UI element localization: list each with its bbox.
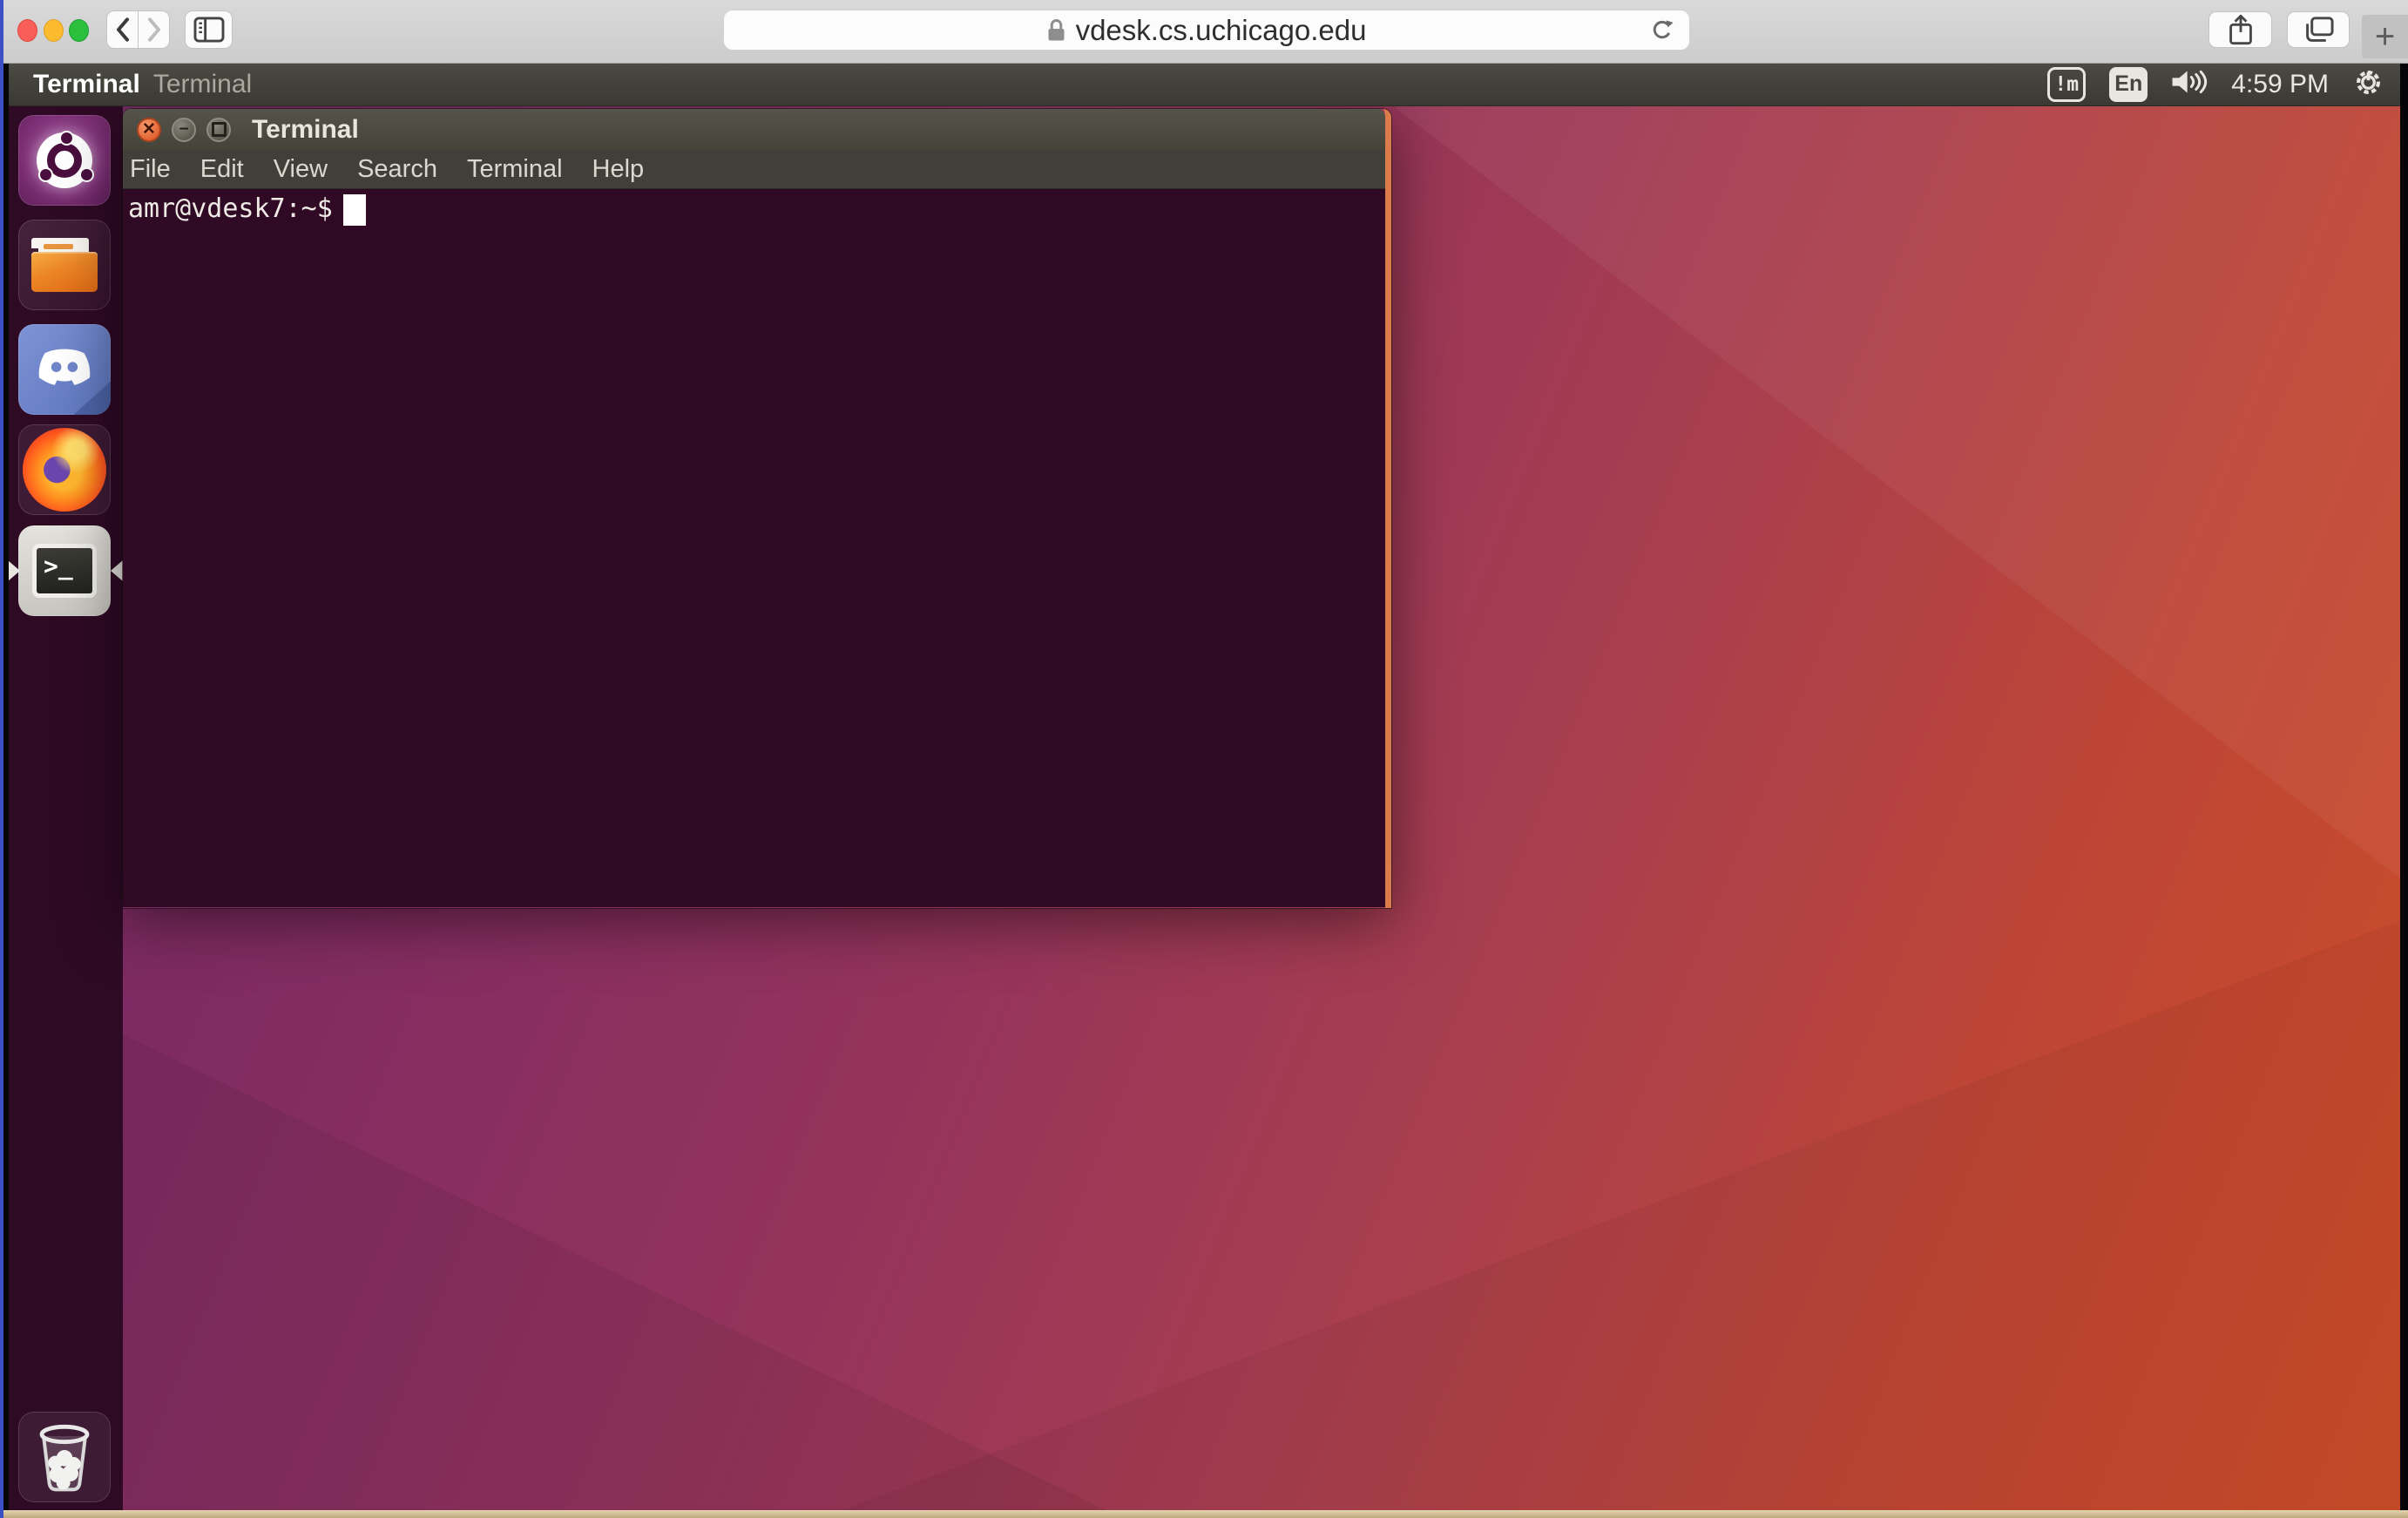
screen: vdesk.cs.uchicago.edu + — [0, 0, 2408, 1518]
launcher-item-terminal[interactable]: >_ — [18, 525, 111, 616]
tabs-icon — [2302, 15, 2335, 44]
keyboard-indicator-icon[interactable]: !m — [2047, 67, 2086, 102]
left-edge-strip — [0, 0, 3, 1518]
trash-full-icon — [30, 1420, 99, 1494]
terminal-titlebar[interactable]: ✕ − Terminal — [123, 109, 1385, 150]
menu-file[interactable]: File — [130, 155, 171, 184]
menu-terminal[interactable]: Terminal — [467, 155, 563, 184]
terminal-cursor — [343, 194, 366, 226]
launcher-item-trash[interactable] — [18, 1412, 111, 1502]
browser-toolbar: vdesk.cs.uchicago.edu + — [0, 0, 2408, 64]
discord-icon — [31, 343, 98, 396]
sidebar-toggle-button[interactable] — [185, 10, 233, 49]
terminal-minimize-button[interactable]: − — [172, 118, 196, 142]
bottom-edge-strip — [0, 1510, 2408, 1518]
launcher-item-files[interactable] — [18, 220, 111, 310]
running-app-arrow — [8, 560, 20, 581]
launcher-item-discord[interactable] — [18, 324, 111, 415]
menu-help[interactable]: Help — [592, 155, 645, 184]
back-button[interactable] — [106, 10, 139, 49]
files-folder-icon — [31, 238, 98, 292]
unity-launcher: >_ — [9, 106, 123, 1510]
window-close-button[interactable] — [17, 19, 37, 42]
panel-window-title: Terminal — [153, 70, 252, 99]
focused-app-arrow — [111, 560, 123, 581]
address-bar[interactable]: vdesk.cs.uchicago.edu — [723, 10, 1690, 51]
terminal-maximize-button[interactable] — [206, 118, 231, 142]
language-indicator[interactable]: En — [2109, 67, 2148, 102]
terminal-window-title: Terminal — [252, 115, 359, 145]
firefox-icon — [23, 428, 106, 512]
launcher-item-ubuntu-dash[interactable] — [18, 115, 111, 206]
lock-icon — [1047, 18, 1065, 42]
speaker-icon — [2171, 67, 2208, 97]
volume-indicator[interactable] — [2171, 67, 2208, 101]
share-icon — [2226, 12, 2256, 47]
chevron-right-icon — [145, 17, 164, 43]
share-button[interactable] — [2208, 11, 2272, 48]
sidebar-icon — [193, 16, 226, 44]
chevron-left-icon — [113, 17, 132, 43]
window-minimize-button[interactable] — [44, 19, 64, 42]
forward-button[interactable] — [138, 10, 170, 49]
ubuntu-dash-icon — [37, 132, 92, 188]
clock[interactable]: 4:59 PM — [2231, 70, 2329, 99]
panel-app-menu[interactable]: Terminal Terminal — [33, 70, 252, 99]
window-zoom-button[interactable] — [69, 19, 89, 42]
panel-app-name: Terminal — [33, 70, 140, 99]
terminal-close-button[interactable]: ✕ — [137, 118, 161, 142]
reload-icon — [1648, 17, 1675, 44]
reload-button[interactable] — [1648, 17, 1675, 49]
unity-top-panel: Terminal Terminal !m En 4:59 PM — [3, 63, 2400, 106]
menu-edit[interactable]: Edit — [200, 155, 244, 184]
terminal-window: ✕ − Terminal File Edit View Search Termi… — [123, 109, 1391, 908]
right-black-strip — [2400, 63, 2408, 1510]
session-menu[interactable] — [2352, 66, 2384, 103]
panel-indicators: !m En 4:59 PM — [2047, 66, 2400, 103]
new-tab-button[interactable]: + — [2362, 15, 2408, 58]
gear-icon — [2352, 66, 2384, 98]
terminal-icon: >_ — [32, 544, 97, 598]
plus-icon: + — [2375, 17, 2395, 57]
menu-view[interactable]: View — [274, 155, 328, 184]
terminal-content[interactable]: amr@vdesk7:~$ — [123, 189, 1385, 907]
left-black-strip — [3, 63, 9, 1510]
menu-search[interactable]: Search — [357, 155, 437, 184]
terminal-menubar: File Edit View Search Terminal Help — [123, 150, 1385, 189]
url-text: vdesk.cs.uchicago.edu — [1076, 14, 1367, 47]
tab-overview-button[interactable] — [2287, 11, 2350, 48]
launcher-item-firefox[interactable] — [18, 424, 111, 515]
shell-prompt: amr@vdesk7:~$ — [128, 193, 333, 224]
